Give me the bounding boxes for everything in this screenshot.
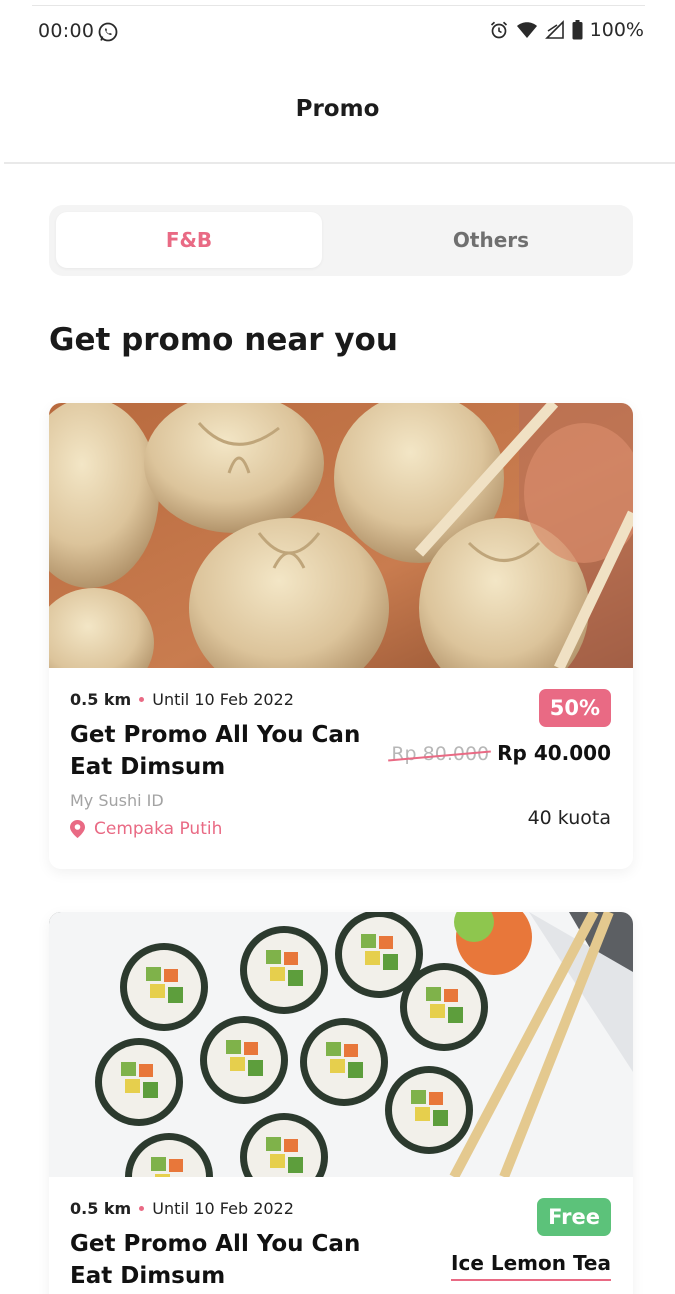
status-bar: 00:00 100%: [0, 0, 675, 64]
tab-others[interactable]: Others: [345, 212, 637, 268]
category-tabs: F&B Others: [49, 205, 633, 276]
discounted-price: Rp 40.000: [497, 741, 611, 765]
page-title: Promo: [295, 96, 380, 122]
promo-title: Get Promo All You Can Eat Dimsum: [70, 1231, 361, 1289]
dimsum-photo: [49, 403, 633, 668]
header-divider: [4, 162, 675, 164]
promo-title: Get Promo All You Can Eat Dimsum: [70, 722, 361, 780]
separator-dot: [139, 1206, 145, 1211]
original-price: Rp 80.000: [391, 743, 490, 765]
promo-location: Cempaka Putih: [70, 819, 222, 839]
free-badge: Free: [537, 1198, 611, 1236]
app-header: Promo: [0, 64, 675, 162]
signal-icon: [544, 20, 564, 39]
promo-meta: 0.5 km Until 10 Feb 2022: [70, 690, 294, 709]
price-group: Rp 80.000 Rp 40.000: [391, 741, 611, 765]
free-item-label: Ice Lemon Tea: [451, 1251, 611, 1281]
sushi-photo: [49, 912, 633, 1177]
wifi-icon: [516, 22, 537, 38]
promo-quota: 40 kuota: [527, 807, 611, 829]
separator-dot: [139, 697, 145, 702]
status-time: 00:00: [38, 20, 95, 42]
status-icons: 100%: [489, 19, 644, 41]
promo-distance: 0.5 km: [70, 1199, 132, 1218]
section-title: Get promo near you: [49, 322, 398, 358]
promo-card[interactable]: 0.5 km Until 10 Feb 2022 Get Promo All Y…: [49, 403, 633, 869]
merchant-name: My Sushi ID: [70, 791, 164, 810]
promo-meta: 0.5 km Until 10 Feb 2022: [70, 1199, 294, 1218]
location-pin-icon: [70, 820, 85, 838]
alarm-icon: [490, 21, 507, 39]
location-label: Cempaka Putih: [94, 819, 223, 839]
promo-until: Until 10 Feb 2022: [152, 690, 294, 709]
discount-badge: 50%: [538, 689, 611, 727]
promo-card[interactable]: 0.5 km Until 10 Feb 2022 Get Promo All Y…: [49, 912, 633, 1294]
promo-distance: 0.5 km: [70, 690, 132, 709]
whatsapp-icon: [98, 22, 118, 42]
tab-fnb[interactable]: F&B: [56, 212, 322, 268]
battery-percentage: 100%: [589, 19, 644, 41]
battery-icon: [572, 20, 583, 40]
promo-until: Until 10 Feb 2022: [152, 1199, 294, 1218]
